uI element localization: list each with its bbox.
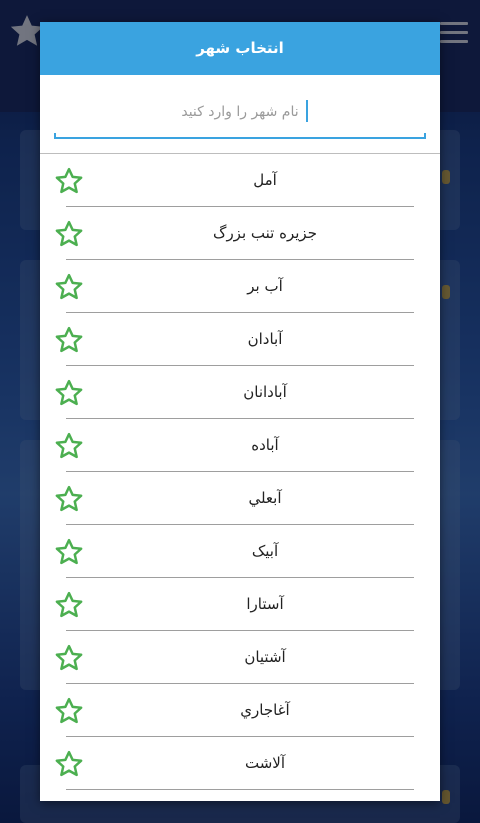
row-divider <box>66 789 414 790</box>
city-list-item[interactable]: آستارا <box>40 578 440 631</box>
city-search-input[interactable] <box>54 95 426 129</box>
star-outline-icon[interactable] <box>54 378 84 408</box>
city-list[interactable]: آمل جزیره تنب بزرگ آب بر آبادان آبادانان آباد… <box>40 154 440 790</box>
star-outline-icon[interactable] <box>54 749 84 779</box>
star-outline-icon[interactable] <box>54 272 84 302</box>
city-list-item[interactable]: آبادان <box>40 313 440 366</box>
city-list-item[interactable]: آشتیان <box>40 631 440 684</box>
star-outline-icon[interactable] <box>54 537 84 567</box>
star-outline-icon[interactable] <box>54 643 84 673</box>
city-name: آب بر <box>247 277 283 295</box>
city-name: آغاجاري <box>240 701 290 719</box>
city-name: جزیره تنب بزرگ <box>213 224 317 242</box>
city-name: آبعلي <box>248 489 282 507</box>
city-name: آمل <box>253 171 277 189</box>
city-list-item[interactable]: آلاشت <box>40 737 440 790</box>
city-list-item[interactable]: آمل <box>40 154 440 207</box>
city-name: آباده <box>251 436 279 454</box>
city-name: آشتیان <box>244 648 286 666</box>
city-name: آلاشت <box>244 754 286 772</box>
dialog-title: انتخاب شهر <box>40 22 440 75</box>
city-list-item[interactable]: آبعلي <box>40 472 440 525</box>
search-area <box>40 75 440 154</box>
text-caret <box>306 100 308 122</box>
city-list-item[interactable]: جزیره تنب بزرگ <box>40 207 440 260</box>
city-list-item[interactable]: آبادانان <box>40 366 440 419</box>
search-underline <box>54 133 426 139</box>
city-list-item[interactable]: آغاجاري <box>40 684 440 737</box>
star-outline-icon[interactable] <box>54 166 84 196</box>
star-outline-icon[interactable] <box>54 484 84 514</box>
star-outline-icon[interactable] <box>54 590 84 620</box>
star-outline-icon[interactable] <box>54 219 84 249</box>
star-outline-icon[interactable] <box>54 325 84 355</box>
star-outline-icon[interactable] <box>54 431 84 461</box>
city-name: آبادان <box>247 330 283 348</box>
city-list-item[interactable]: آبیک <box>40 525 440 578</box>
star-outline-icon[interactable] <box>54 696 84 726</box>
city-name: آبیک <box>251 542 279 560</box>
city-list-item[interactable]: آب بر <box>40 260 440 313</box>
city-picker-dialog: انتخاب شهر آملجزیره تنب بزرگآب برآبادانآ… <box>40 22 440 801</box>
city-list-item[interactable]: آباده <box>40 419 440 472</box>
city-name: آبادانان <box>243 383 287 401</box>
city-name: آستارا <box>246 595 284 613</box>
